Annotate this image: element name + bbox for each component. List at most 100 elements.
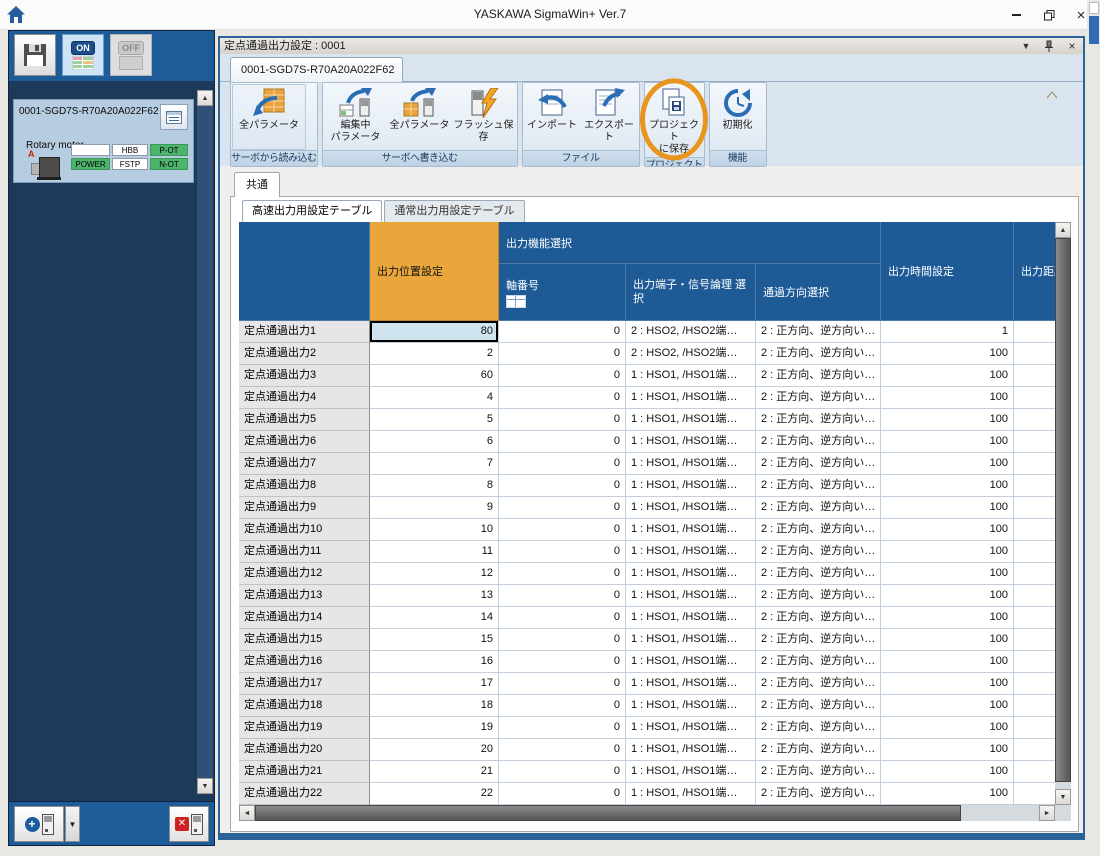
save-button[interactable] xyxy=(14,34,56,76)
cell-output-distance[interactable] xyxy=(1014,585,1055,607)
pin-icon[interactable] xyxy=(1042,39,1056,53)
cell-passing-direction[interactable]: 2 : 正方向、逆方向い… xyxy=(756,739,881,761)
cell-axis-number[interactable]: 0 xyxy=(499,607,626,629)
device-detail-button[interactable] xyxy=(160,104,188,130)
cell-axis-number[interactable]: 0 xyxy=(499,651,626,673)
sidebar-scrollbar[interactable]: ▲ ▼ xyxy=(197,90,213,794)
table-vertical-scrollbar[interactable]: ▲ ▼ xyxy=(1055,222,1071,805)
panel-close-icon[interactable]: × xyxy=(1065,39,1079,53)
cell-output-position[interactable]: 10 xyxy=(370,519,499,541)
scroll-down-icon[interactable]: ▼ xyxy=(197,778,213,794)
cell-output-time[interactable]: 100 xyxy=(881,519,1014,541)
cell-output-distance[interactable] xyxy=(1014,761,1055,783)
cell-output-position[interactable]: 20 xyxy=(370,739,499,761)
cell-output-distance[interactable] xyxy=(1014,387,1055,409)
cell-output-terminal[interactable]: 1 : HSO1, /HSO1端… xyxy=(626,563,756,585)
cell-output-terminal[interactable]: 2 : HSO2, /HSO2端… xyxy=(626,343,756,365)
cell-output-time[interactable]: 100 xyxy=(881,343,1014,365)
scroll-right-icon[interactable]: ► xyxy=(1039,805,1055,821)
cell-output-terminal[interactable]: 1 : HSO1, /HSO1端… xyxy=(626,783,756,805)
device-tab[interactable]: 0001-SGD7S-R70A20A022F62 xyxy=(230,57,403,82)
cell-output-terminal[interactable]: 1 : HSO1, /HSO1端… xyxy=(626,519,756,541)
cell-output-terminal[interactable]: 1 : HSO1, /HSO1端… xyxy=(626,739,756,761)
cell-axis-number[interactable]: 0 xyxy=(499,497,626,519)
cell-passing-direction[interactable]: 2 : 正方向、逆方向い… xyxy=(756,673,881,695)
cell-output-position[interactable]: 22 xyxy=(370,783,499,805)
cell-axis-number[interactable]: 0 xyxy=(499,541,626,563)
cell-axis-number[interactable]: 0 xyxy=(499,475,626,497)
cell-output-distance[interactable] xyxy=(1014,497,1055,519)
ribbon-button-read-all-params[interactable]: 全パラメータ xyxy=(232,84,306,150)
cell-output-position[interactable]: 19 xyxy=(370,717,499,739)
cell-output-terminal[interactable]: 1 : HSO1, /HSO1端… xyxy=(626,475,756,497)
cell-output-time[interactable]: 100 xyxy=(881,475,1014,497)
ribbon-button-export[interactable]: エクスポート xyxy=(581,84,638,150)
cell-output-distance[interactable] xyxy=(1014,321,1055,343)
cell-output-time[interactable]: 100 xyxy=(881,673,1014,695)
cell-axis-number[interactable]: 0 xyxy=(499,629,626,651)
cell-passing-direction[interactable]: 2 : 正方向、逆方向い… xyxy=(756,585,881,607)
cell-output-time[interactable]: 100 xyxy=(881,541,1014,563)
cell-output-time[interactable]: 100 xyxy=(881,585,1014,607)
cell-output-time[interactable]: 100 xyxy=(881,365,1014,387)
cell-output-distance[interactable] xyxy=(1014,541,1055,563)
cell-axis-number[interactable]: 0 xyxy=(499,387,626,409)
cell-axis-number[interactable]: 0 xyxy=(499,717,626,739)
cell-passing-direction[interactable]: 2 : 正方向、逆方向い… xyxy=(756,453,881,475)
ribbon-button-write-editing-params[interactable]: 編集中 パラメータ xyxy=(324,84,388,150)
cell-output-position[interactable]: 17 xyxy=(370,673,499,695)
cell-axis-number[interactable]: 0 xyxy=(499,453,626,475)
cell-passing-direction[interactable]: 2 : 正方向、逆方向い… xyxy=(756,431,881,453)
horizontal-scroll-thumb[interactable] xyxy=(255,805,961,821)
cell-passing-direction[interactable]: 2 : 正方向、逆方向い… xyxy=(756,519,881,541)
cell-output-terminal[interactable]: 1 : HSO1, /HSO1端… xyxy=(626,651,756,673)
ribbon-button-initialize[interactable]: 初期化 xyxy=(711,84,765,150)
cell-output-terminal[interactable]: 1 : HSO1, /HSO1端… xyxy=(626,673,756,695)
add-drive-button[interactable]: + xyxy=(14,806,64,842)
cell-output-distance[interactable] xyxy=(1014,453,1055,475)
scroll-down-icon[interactable]: ▼ xyxy=(1055,789,1071,805)
cell-output-position[interactable]: 21 xyxy=(370,761,499,783)
cell-output-time[interactable]: 100 xyxy=(881,453,1014,475)
remove-drive-button[interactable]: ✕ xyxy=(169,806,209,842)
cell-passing-direction[interactable]: 2 : 正方向、逆方向い… xyxy=(756,651,881,673)
cell-output-distance[interactable] xyxy=(1014,563,1055,585)
cell-output-position[interactable]: 14 xyxy=(370,607,499,629)
cell-output-terminal[interactable]: 1 : HSO1, /HSO1端… xyxy=(626,607,756,629)
cell-output-distance[interactable] xyxy=(1014,739,1055,761)
cell-passing-direction[interactable]: 2 : 正方向、逆方向い… xyxy=(756,387,881,409)
add-drive-dropdown[interactable]: ▼ xyxy=(65,806,80,842)
cell-output-time[interactable]: 100 xyxy=(881,651,1014,673)
cell-passing-direction[interactable]: 2 : 正方向、逆方向い… xyxy=(756,717,881,739)
cell-output-distance[interactable] xyxy=(1014,343,1055,365)
cell-output-time[interactable]: 100 xyxy=(881,607,1014,629)
cell-axis-number[interactable]: 0 xyxy=(499,409,626,431)
cell-output-distance[interactable] xyxy=(1014,673,1055,695)
cell-passing-direction[interactable]: 2 : 正方向、逆方向い… xyxy=(756,409,881,431)
cell-output-terminal[interactable]: 1 : HSO1, /HSO1端… xyxy=(626,365,756,387)
cell-output-position[interactable]: 60 xyxy=(370,365,499,387)
cell-output-position[interactable]: 15 xyxy=(370,629,499,651)
cell-output-position[interactable]: 7 xyxy=(370,453,499,475)
cell-output-terminal[interactable]: 1 : HSO1, /HSO1端… xyxy=(626,497,756,519)
cell-passing-direction[interactable]: 2 : 正方向、逆方向い… xyxy=(756,321,881,343)
cell-output-time[interactable]: 100 xyxy=(881,387,1014,409)
cell-output-time[interactable]: 100 xyxy=(881,409,1014,431)
cell-passing-direction[interactable]: 2 : 正方向、逆方向い… xyxy=(756,497,881,519)
cell-output-position[interactable]: 5 xyxy=(370,409,499,431)
cell-output-time[interactable]: 100 xyxy=(881,739,1014,761)
cell-output-position[interactable]: 80 xyxy=(370,321,499,343)
cell-axis-number[interactable]: 0 xyxy=(499,761,626,783)
cell-output-distance[interactable] xyxy=(1014,409,1055,431)
cell-passing-direction[interactable]: 2 : 正方向、逆方向い… xyxy=(756,629,881,651)
cell-passing-direction[interactable]: 2 : 正方向、逆方向い… xyxy=(756,695,881,717)
minimize-icon[interactable] xyxy=(1005,6,1027,24)
cell-passing-direction[interactable]: 2 : 正方向、逆方向い… xyxy=(756,607,881,629)
cell-output-distance[interactable] xyxy=(1014,475,1055,497)
cell-output-time[interactable]: 100 xyxy=(881,717,1014,739)
cell-axis-number[interactable]: 0 xyxy=(499,365,626,387)
cell-output-time[interactable]: 100 xyxy=(881,497,1014,519)
tab-common[interactable]: 共通 xyxy=(234,172,280,197)
cell-passing-direction[interactable]: 2 : 正方向、逆方向い… xyxy=(756,475,881,497)
scroll-left-icon[interactable]: ◄ xyxy=(239,805,255,821)
